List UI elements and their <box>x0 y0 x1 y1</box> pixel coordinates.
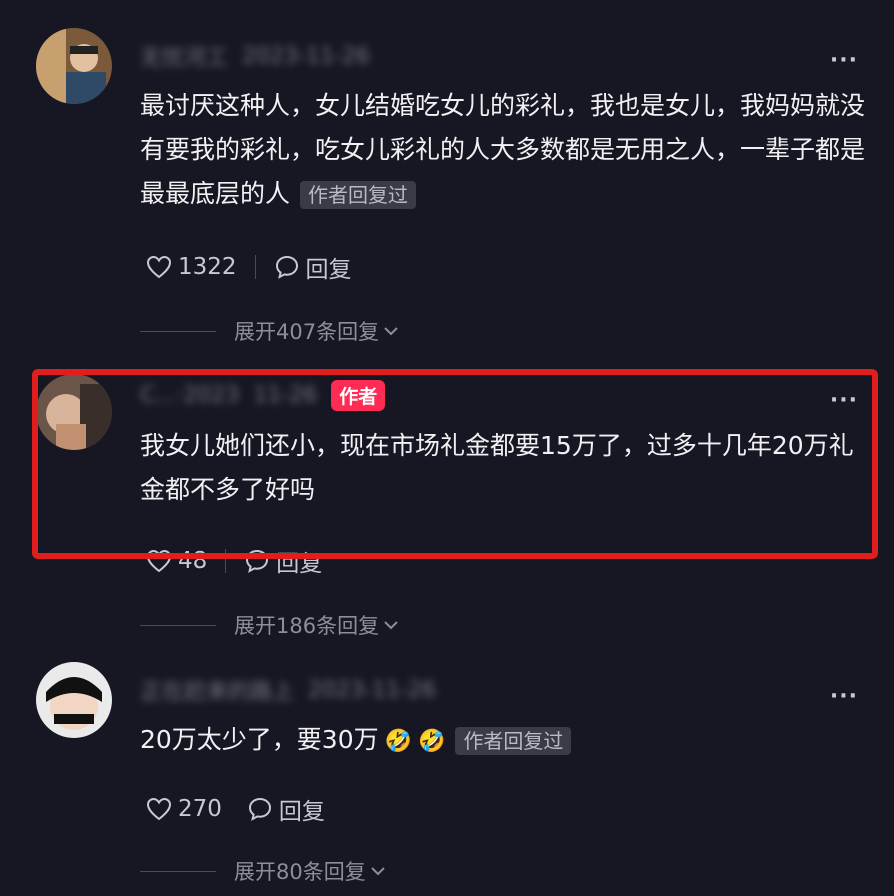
comment-actions: 1322 回复 <box>146 250 352 284</box>
divider <box>225 549 227 573</box>
comment-text: 最讨厌这种人，女儿结婚吃女儿的彩礼，我也是女儿，我妈妈就没有要我的彩礼，吃女儿彩… <box>140 84 870 216</box>
like-button[interactable]: 48 <box>146 548 207 574</box>
divider-line <box>140 624 216 626</box>
laughing-emoji: 🤣 <box>384 729 413 754</box>
expand-replies-label: 展开407条回复 <box>234 320 380 344</box>
author-replied-tag: 作者回复过 <box>300 181 417 209</box>
expand-replies[interactable]: 展开186条回复 <box>140 610 399 640</box>
comment-date: 2023-11-26 <box>242 43 370 69</box>
comment-bubble-icon <box>244 548 270 574</box>
username[interactable]: C...·2023 <box>140 383 239 408</box>
avatar[interactable] <box>36 374 112 450</box>
divider-line <box>140 870 216 872</box>
divider <box>234 797 235 821</box>
like-count: 48 <box>178 548 208 574</box>
heart-icon <box>146 797 172 821</box>
expand-replies-label: 展开80条回复 <box>234 860 366 884</box>
comment-meta: 正在赶来的路上 2023-11-26 <box>140 674 436 706</box>
comment-bubble-icon <box>274 254 300 280</box>
comment-body: 20万太少了，要30万 <box>140 725 379 754</box>
comment-body: 我女儿她们还小，现在市场礼金都要15万了，过多十几年20万礼金都不多了好吗 <box>140 431 854 504</box>
reply-button[interactable]: 回复 <box>244 544 322 578</box>
reply-label: 回复 <box>305 257 352 283</box>
avatar[interactable] <box>36 662 112 738</box>
reply-label: 回复 <box>276 551 323 577</box>
heart-icon <box>146 255 172 279</box>
divider-line <box>140 330 216 332</box>
comment-text: 20万太少了，要30万 🤣 🤣 作者回复过 <box>140 718 870 764</box>
username[interactable]: 无忧河工 <box>140 40 228 72</box>
comment-actions: 48 回复 <box>146 544 322 578</box>
chevron-down-icon <box>383 325 399 337</box>
expand-replies[interactable]: 展开407条回复 <box>140 316 399 346</box>
divider <box>254 255 256 279</box>
reply-button[interactable]: 回复 <box>274 250 352 284</box>
chevron-down-icon <box>370 865 386 877</box>
comment-meta: C...·2023 11-26 作者 <box>140 380 386 411</box>
author-replied-tag: 作者回复过 <box>455 727 572 755</box>
comment-date: 2023-11-26 <box>308 677 436 703</box>
comment-date: 11-26 <box>253 383 318 408</box>
reply-label: 回复 <box>278 799 325 825</box>
like-count: 270 <box>178 796 222 822</box>
comment-body: 最讨厌这种人，女儿结婚吃女儿的彩礼，我也是女儿，我妈妈就没有要我的彩礼，吃女儿彩… <box>140 91 866 208</box>
heart-icon <box>146 549 172 573</box>
reply-button[interactable]: 回复 <box>247 792 325 826</box>
author-badge: 作者 <box>331 380 386 411</box>
laughing-emoji: 🤣 <box>418 729 446 754</box>
expand-replies[interactable]: 展开80条回复 <box>140 856 386 886</box>
comment-actions: 270 回复 <box>146 792 325 826</box>
avatar[interactable] <box>36 28 112 104</box>
like-button[interactable]: 1322 <box>146 254 237 280</box>
more-options-icon[interactable]: ··· <box>830 48 858 73</box>
like-button[interactable]: 270 <box>146 796 222 822</box>
username[interactable]: 正在赶来的路上 <box>140 674 294 706</box>
comment-text: 我女儿她们还小，现在市场礼金都要15万了，过多十几年20万礼金都不多了好吗 <box>140 424 870 512</box>
chevron-down-icon <box>383 619 399 631</box>
like-count: 1322 <box>178 254 237 280</box>
expand-replies-label: 展开186条回复 <box>234 614 380 638</box>
comment-bubble-icon <box>247 796 273 822</box>
more-options-icon[interactable]: ··· <box>830 684 858 709</box>
comment-meta: 无忧河工 2023-11-26 <box>140 40 370 72</box>
more-options-icon[interactable]: ··· <box>830 388 858 413</box>
